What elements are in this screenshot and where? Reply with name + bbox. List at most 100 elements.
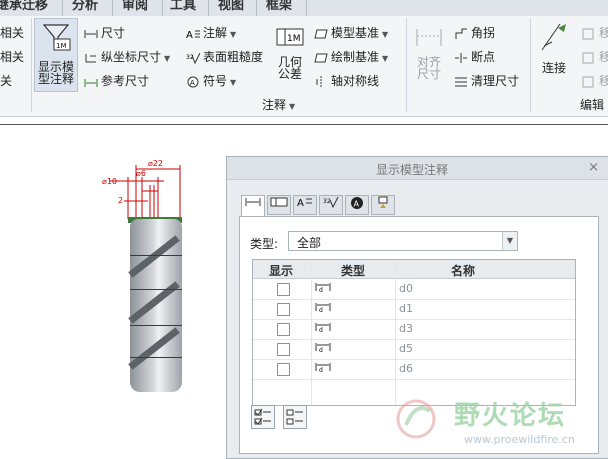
helical-groove <box>128 281 180 324</box>
show-checkbox[interactable] <box>277 343 290 356</box>
table-row[interactable]: d d5 <box>253 339 575 360</box>
surface-finish-button[interactable]: 32 表面粗糙度 <box>186 48 263 65</box>
edge-line <box>130 325 182 326</box>
chevron-down-icon[interactable]: ▼ <box>502 232 517 250</box>
table-row[interactable]: d d1 <box>253 299 575 320</box>
chevron-down-icon: ▼ <box>289 102 296 111</box>
ribbon-left-item-2[interactable]: 相关 <box>0 48 24 65</box>
move-item-2[interactable]: 移 <box>582 48 608 65</box>
jog-button[interactable]: 角拐 <box>454 24 495 41</box>
show-checkbox[interactable] <box>277 283 290 296</box>
tab-tools[interactable]: 工具 <box>170 0 196 15</box>
model-datum-button[interactable]: 模型基准 ▼ <box>314 24 388 41</box>
dim-2[interactable]: 2 <box>118 196 123 205</box>
note-button[interactable]: A 注解 ▼ <box>186 24 236 41</box>
tab-analysis[interactable]: 分析 <box>72 0 98 15</box>
tab-frame[interactable]: 框架 <box>266 0 292 15</box>
edge-line <box>130 289 182 290</box>
model-dimension-annotations[interactable]: ⌀22 ⌀10 ⌀6 2 <box>98 155 194 225</box>
dim-d6[interactable]: ⌀6 <box>136 169 146 178</box>
chevron-down-icon[interactable]: ▼ <box>382 30 388 39</box>
tab-geometric-tolerances[interactable] <box>267 195 291 215</box>
watermark: 野火论坛 www.proewildfire.cn <box>390 395 600 455</box>
edge-line <box>130 255 182 256</box>
dim-d10[interactable]: ⌀10 <box>102 177 117 186</box>
dimension-type-icon: d <box>315 361 331 376</box>
dimension-label: 尺寸 <box>101 26 126 40</box>
cleanup-dimensions-button[interactable]: 清理尺寸 <box>454 72 519 89</box>
note-label: 注解 <box>203 26 228 40</box>
break-button[interactable]: 断点 <box>454 48 495 65</box>
annotation-group-text: 注释 <box>262 98 287 112</box>
svg-text:d: d <box>319 367 323 373</box>
tab-symbols[interactable]: A <box>345 195 369 215</box>
helical-groove <box>128 235 180 278</box>
type-select-value: 全部 <box>297 236 322 250</box>
move-item-3[interactable]: 移 <box>582 72 608 89</box>
twisted-part-model[interactable] <box>128 219 182 392</box>
datum-plane-icon <box>314 28 328 40</box>
axis-symmetry-icon <box>314 75 328 88</box>
show-model-annotations-button[interactable]: 1M 显示模 型注释 <box>34 18 78 92</box>
tab-notes[interactable]: A <box>293 195 317 215</box>
tab-surface-finish[interactable]: 32 <box>319 195 343 215</box>
type-select[interactable]: 全部 ▼ <box>288 231 518 251</box>
dimension-type-icon: d <box>315 341 331 356</box>
reference-dimension-button[interactable]: 参考尺寸 <box>84 72 149 89</box>
model-datum-label: 模型基准 <box>331 26 380 40</box>
annotation-group-label[interactable]: 注释 ▼ <box>262 96 295 113</box>
column-header-type[interactable]: 类型 <box>341 262 365 279</box>
dimension-button[interactable]: 尺寸 <box>84 24 125 41</box>
ordinate-dimension-button[interactable]: 纵坐标尺寸 ▼ <box>84 48 170 65</box>
symbol-button[interactable]: A 符号 ▼ <box>186 72 236 89</box>
move-item-1[interactable]: 移 <box>582 24 608 41</box>
tab-view[interactable]: 视图 <box>218 0 244 15</box>
connect-button[interactable]: 连接 <box>536 20 572 74</box>
draw-datum-button[interactable]: 绘制基准 ▼ <box>314 48 388 65</box>
chevron-down-icon[interactable]: ▼ <box>164 54 170 63</box>
select-all-icon <box>254 408 271 425</box>
break-icon <box>454 52 468 64</box>
tab-divider <box>162 0 163 16</box>
show-checkbox[interactable] <box>277 303 290 316</box>
svg-text:A: A <box>186 30 193 40</box>
table-row[interactable]: d d6 <box>253 359 575 380</box>
close-icon[interactable]: × <box>588 160 599 175</box>
cleanup-dimensions-icon <box>454 76 468 88</box>
tab-datums[interactable] <box>371 195 395 215</box>
connect-icon <box>541 23 566 51</box>
show-checkbox[interactable] <box>277 363 290 376</box>
tab-review[interactable]: 审阅 <box>122 0 148 15</box>
chevron-down-icon[interactable]: ▼ <box>230 30 236 39</box>
show-checkbox[interactable] <box>277 323 290 336</box>
svg-text:1M: 1M <box>56 42 67 50</box>
table-row[interactable]: d d0 <box>253 279 575 300</box>
dialog-title-bar[interactable]: 显示模型注释 × <box>227 157 608 180</box>
dimension-icon <box>84 28 98 40</box>
column-header-name[interactable]: 名称 <box>451 262 475 279</box>
column-header-show[interactable]: 显示 <box>269 262 293 279</box>
dim-d22[interactable]: ⌀22 <box>148 159 163 168</box>
edit-group-label: 编辑 <box>580 98 605 112</box>
ribbon-left-item-3[interactable]: 关 <box>0 72 12 89</box>
tab-inherit-migrate[interactable]: 继承迁移 <box>0 0 48 15</box>
svg-text:A: A <box>297 198 304 208</box>
annotation-name: d6 <box>399 362 413 375</box>
axis-symmetry-button[interactable]: 轴对称线 <box>314 72 379 89</box>
chevron-down-icon[interactable]: ▼ <box>230 78 236 87</box>
select-all-button[interactable] <box>251 405 275 429</box>
tab-divider <box>62 0 63 16</box>
align-dimensions-button[interactable]: 对齐 尺寸 <box>412 26 446 80</box>
tab-divider <box>112 0 113 16</box>
table-row[interactable]: d d3 <box>253 319 575 340</box>
helical-groove <box>128 327 180 370</box>
deselect-all-button[interactable] <box>283 405 307 429</box>
tab-dimensions[interactable] <box>241 195 265 217</box>
chevron-down-icon[interactable]: ▼ <box>382 54 388 63</box>
geometric-tolerance-button[interactable]: 1M 几何 公差 <box>272 26 308 80</box>
ribbon-left-item-1[interactable]: 相关 <box>0 24 24 41</box>
draw-datum-icon <box>314 52 328 64</box>
ordinate-dimension-label: 纵坐标尺寸 <box>101 50 162 64</box>
connect-label: 连接 <box>541 61 566 75</box>
svg-text:d: d <box>319 307 323 313</box>
